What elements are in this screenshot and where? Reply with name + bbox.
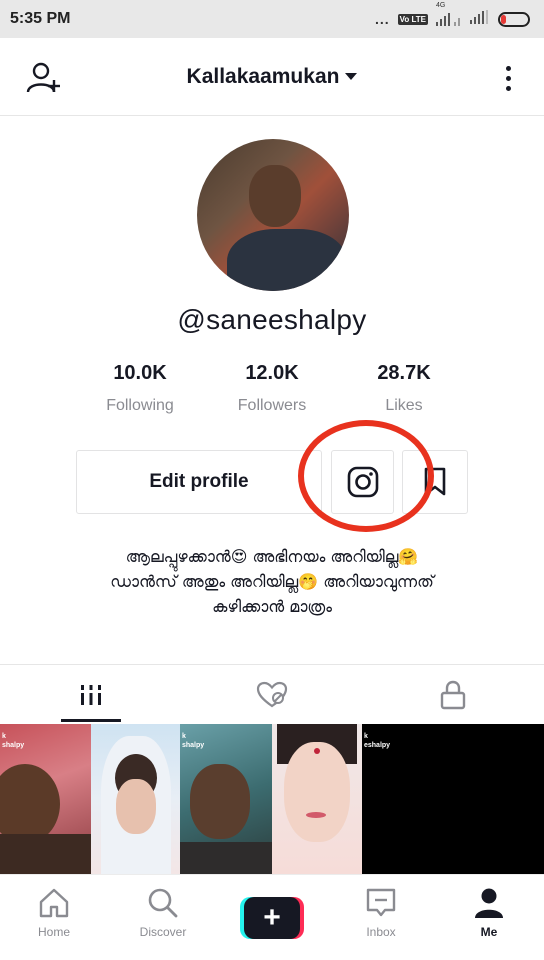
volte-badge: Vo LTE <box>397 13 428 25</box>
tab-videos[interactable] <box>0 665 181 725</box>
hidden-heart-icon <box>256 681 287 708</box>
nav-label: Home <box>37 925 70 939</box>
profile-icon <box>475 888 503 918</box>
status-bar: 5:35 PM ... Vo LTE 4G <box>0 0 544 38</box>
lock-icon <box>440 680 465 710</box>
signal-icon: 4G <box>436 2 462 26</box>
stat-label: Followers <box>237 397 307 414</box>
username: @saneeshalpy <box>177 304 367 335</box>
more-options-button[interactable] <box>496 58 520 98</box>
video-watermark: k eshalpy <box>364 733 391 749</box>
video-thumbnail[interactable]: k shalpy <box>180 724 272 874</box>
nav-home[interactable]: Home <box>4 887 104 957</box>
video-thumbnail[interactable] <box>91 724 180 874</box>
battery-icon <box>498 11 530 27</box>
nav-inbox[interactable]: Inbox <box>331 887 431 957</box>
create-video-button[interactable]: + <box>240 897 304 939</box>
stat-value: 28.7K <box>377 362 431 384</box>
tab-liked[interactable] <box>181 665 362 725</box>
profile-tabs <box>0 665 544 725</box>
profile-header: Kallakaamukan <box>0 38 544 116</box>
nav-me[interactable]: Me <box>439 887 539 957</box>
plus-icon: + <box>244 897 300 939</box>
stat-value: 12.0K <box>245 362 299 384</box>
video-grid: k shalpy k shalpy k eshalpy <box>0 724 544 874</box>
grid-icon <box>80 685 101 705</box>
inbox-icon <box>366 888 396 917</box>
home-icon <box>39 888 69 918</box>
stat-likes[interactable]: 28.7K Likes <box>329 362 479 415</box>
stat-label: Likes <box>385 397 423 414</box>
tab-private[interactable] <box>362 665 543 725</box>
nav-label: Inbox <box>366 925 396 939</box>
active-tab-indicator <box>61 719 121 722</box>
nav-label: Me <box>480 925 498 939</box>
edit-profile-button[interactable]: Edit profile <box>76 450 322 514</box>
bio-line: ആലപ്പുഴക്കാൻ😍 അഭിനയം അറിയില്ല🤗 <box>125 547 419 566</box>
signal-2-icon <box>470 9 490 29</box>
instagram-button[interactable] <box>331 450 394 514</box>
caret-down-icon <box>345 73 358 80</box>
video-thumbnail[interactable]: k shalpy <box>0 724 91 874</box>
bookmark-icon <box>424 467 446 496</box>
profile-bio: ആലപ്പുഴക്കാൻ😍 അഭിനയം അറിയില്ല🤗 ഡാൻസ് അതു… <box>40 544 504 619</box>
nav-label: Discover <box>139 925 187 939</box>
network-type: 4G <box>436 2 446 9</box>
video-thumbnail[interactable] <box>272 724 362 874</box>
status-icons: ... Vo LTE 4G <box>374 2 530 29</box>
favorites-button[interactable] <box>402 450 468 514</box>
bottom-nav: Home Discover + Inbox Me <box>0 874 544 960</box>
account-switcher[interactable]: Kallakaamukan <box>187 65 358 89</box>
video-watermark: k shalpy <box>182 733 205 749</box>
add-user-button[interactable] <box>24 58 64 98</box>
nav-discover[interactable]: Discover <box>113 887 213 957</box>
bio-line: ഡാൻസ് അതും അറിയില്ല🤭 അറിയാവുന്നത് <box>110 572 434 591</box>
stat-following[interactable]: 10.0K Following <box>65 362 215 415</box>
search-icon <box>148 888 178 918</box>
instagram-icon <box>347 466 378 498</box>
stat-followers[interactable]: 12.0K Followers <box>197 362 347 415</box>
stat-label: Following <box>106 397 174 414</box>
video-watermark: k shalpy <box>2 733 25 749</box>
video-thumbnail[interactable]: k eshalpy <box>362 724 544 874</box>
bio-line: കഴിക്കാൻ മാത്രം <box>212 597 332 616</box>
notification-dots: ... <box>374 11 390 27</box>
status-time: 5:35 PM <box>10 10 71 27</box>
account-name: Kallakaamukan <box>186 64 340 88</box>
more-dots-icon <box>505 65 511 71</box>
stat-value: 10.0K <box>113 362 167 384</box>
avatar[interactable] <box>197 139 349 291</box>
profile-stats: 10.0K Following 12.0K Followers 28.7K Li… <box>0 362 544 422</box>
add-user-icon <box>26 62 60 93</box>
